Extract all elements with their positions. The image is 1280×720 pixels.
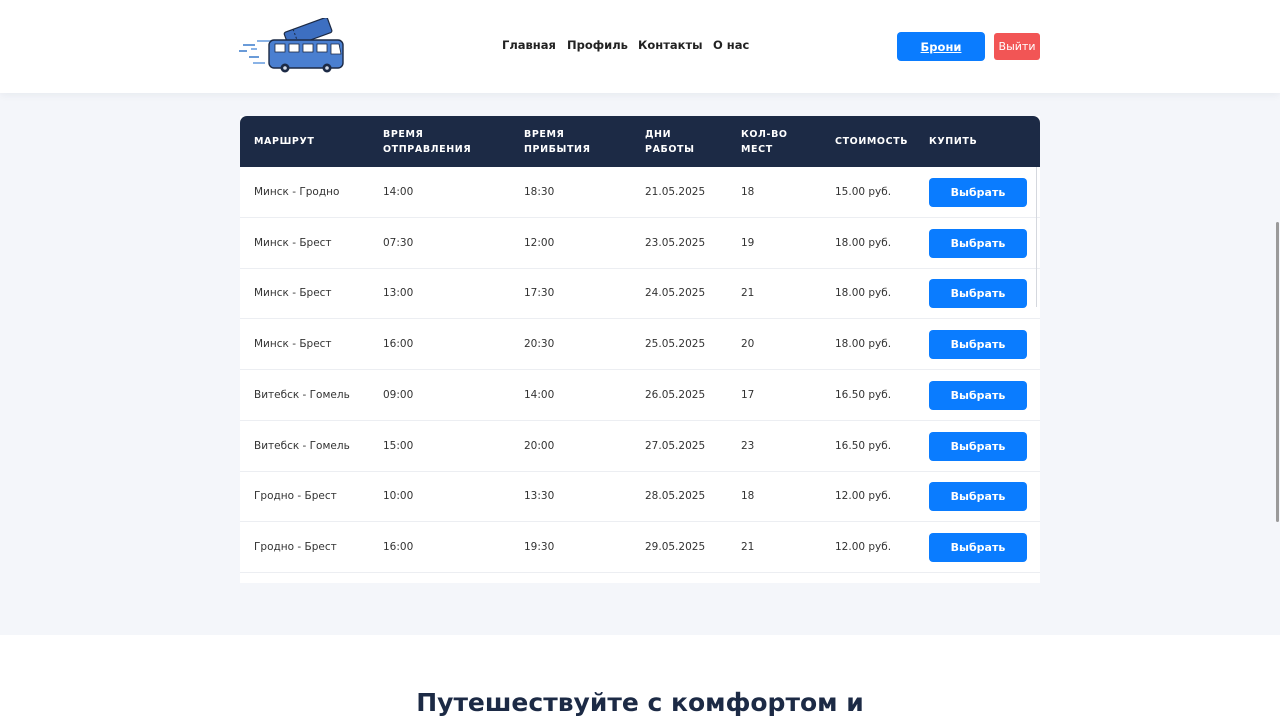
cell-date: 27.05.2025	[645, 439, 706, 452]
cell-seats: 21	[741, 540, 755, 553]
select-trip-button[interactable]: Выбрать	[929, 380, 1027, 410]
promo-title: Путешествуйте с комфортом и	[416, 688, 864, 717]
table-row: Минск - Брест 16:00 20:30 25.05.2025 20 18.00…	[240, 319, 1040, 371]
cell-seats: 19	[741, 236, 755, 249]
cell-arrival: 20:30	[524, 338, 555, 351]
cell-route: Минск - Брест	[254, 287, 332, 300]
cell-date: 25.05.2025	[645, 338, 706, 351]
cell-departure: 16:00	[383, 540, 414, 553]
cell-arrival: 18:30	[524, 186, 555, 198]
cell-date: 29.05.2025	[645, 540, 706, 553]
cell-date: 24.05.2025	[645, 287, 706, 300]
table-row: Гродно - Брест 16:00 19:30 29.05.2025 21 12.0…	[240, 522, 1040, 573]
table-row: Минск - Брест 07:30 12:00 23.05.2025 19 18.00…	[240, 218, 1040, 269]
cell-arrival: 19:30	[524, 540, 555, 553]
cell-price: 18.00 руб.	[835, 338, 892, 351]
cell-arrival: 20:00	[524, 439, 555, 452]
cell-date: 23.05.2025	[645, 236, 706, 249]
cell-seats: 20	[741, 338, 755, 351]
select-trip-button[interactable]: Выбрать	[929, 482, 1027, 512]
column-header-arrival: ВРЕМЯ ПРИБЫТИЯ	[524, 128, 591, 155]
cell-date: 28.05.2025	[645, 490, 706, 503]
select-trip-button[interactable]: Выбрать	[929, 228, 1027, 258]
table-row: Гродно - Брест 10:00 13:30 28.05.2025 18 12.0…	[240, 471, 1040, 523]
cell-route: Гродно - Брест	[254, 540, 337, 553]
cell-route: Витебск - Гомель	[254, 439, 350, 452]
column-header-route: МАРШРУТ	[254, 136, 315, 147]
table-scrollbar[interactable]	[1036, 167, 1037, 307]
cell-route: Минск - Гродно	[254, 186, 340, 198]
cell-date: 26.05.2025	[645, 388, 706, 401]
cell-arrival: 12:00	[524, 236, 555, 249]
logout-button[interactable]: Выйти	[994, 33, 1040, 60]
cell-seats: 23	[741, 439, 755, 452]
column-header-price: СТОИМОСТЬ	[835, 136, 909, 147]
cell-price: 18.00 руб.	[835, 287, 892, 300]
cell-route: Витебск - Гомель	[254, 388, 350, 401]
cell-route: Гродно - Брест	[254, 490, 337, 503]
select-trip-button[interactable]: Выбрать	[929, 431, 1027, 461]
table-row: Витебск - Гомель 09:00 14:00 26.05.2025 17 16…	[240, 370, 1040, 421]
table-row: Минск - Брест 13:00 17:30 24.05.2025 21 18.00…	[240, 268, 1040, 320]
cell-seats: 17	[741, 388, 755, 401]
nav-link-home[interactable]: Главная	[502, 38, 556, 52]
cell-departure: 07:30	[383, 236, 414, 249]
cell-arrival: 13:30	[524, 490, 555, 503]
column-header-buy: КУПИТЬ	[929, 136, 978, 147]
cell-departure: 13:00	[383, 287, 414, 300]
cell-departure: 16:00	[383, 338, 414, 351]
cell-seats: 18	[741, 490, 755, 503]
select-trip-button[interactable]: Выбрать	[929, 279, 1027, 309]
cell-route: Минск - Брест	[254, 236, 332, 249]
cell-price: 12.00 руб.	[835, 490, 892, 503]
nav-link-profile[interactable]: Профиль	[567, 38, 628, 52]
cell-price: 16.50 руб.	[835, 388, 892, 401]
cell-date: 21.05.2025	[645, 186, 706, 198]
cell-price: 12.00 руб.	[835, 540, 892, 553]
nav-link-contacts[interactable]: Контакты	[638, 38, 703, 52]
select-trip-button[interactable]: Выбрать	[929, 532, 1027, 562]
cell-price: 15.00 руб.	[835, 186, 892, 198]
column-header-departure: ВРЕМЯ ОТПРАВЛЕНИЯ	[383, 128, 472, 155]
nav-link-about[interactable]: О нас	[713, 38, 749, 52]
cell-departure: 15:00	[383, 439, 414, 452]
table-row: Минск - Гродно 14:00 18:30 21.05.2025 18 15.0…	[240, 167, 1040, 218]
cell-departure: 09:00	[383, 388, 414, 401]
select-trip-button[interactable]: Выбрать	[929, 178, 1027, 207]
table-row: Витебск - Гомель 15:00 20:00 27.05.2025 23 16…	[240, 421, 1040, 472]
column-header-days: ДНИ РАБОТЫ	[645, 128, 695, 155]
table-header: МАРШРУТ ВРЕМЯ ОТПРАВЛЕНИЯ ВРЕМЯ ПРИБЫТИЯ Д…	[240, 116, 1040, 167]
select-trip-button[interactable]: Выбрать	[929, 330, 1027, 360]
cell-seats: 18	[741, 186, 755, 198]
cell-route: Минск - Брест	[254, 338, 332, 351]
cell-seats: 21	[741, 287, 755, 300]
page-scrollbar[interactable]	[1276, 222, 1279, 522]
bookings-button[interactable]: Брони	[897, 32, 985, 61]
cell-price: 18.00 руб.	[835, 236, 892, 249]
cell-arrival: 17:30	[524, 287, 555, 300]
column-header-seats: КОЛ-ВО МЕСТ	[741, 128, 788, 155]
cell-departure: 14:00	[383, 186, 414, 198]
main-nav: Главная Профиль Контакты О нас	[0, 0, 1280, 93]
cell-departure: 10:00	[383, 490, 414, 503]
schedule-table: МАРШРУТ ВРЕМЯ ОТПРАВЛЕНИЯ ВРЕМЯ ПРИБЫТИЯ Д…	[240, 116, 1040, 583]
site-header: Главная Профиль Контакты О нас Брони Вый…	[0, 0, 1280, 93]
cell-price: 16.50 руб.	[835, 439, 892, 452]
cell-arrival: 14:00	[524, 388, 555, 401]
